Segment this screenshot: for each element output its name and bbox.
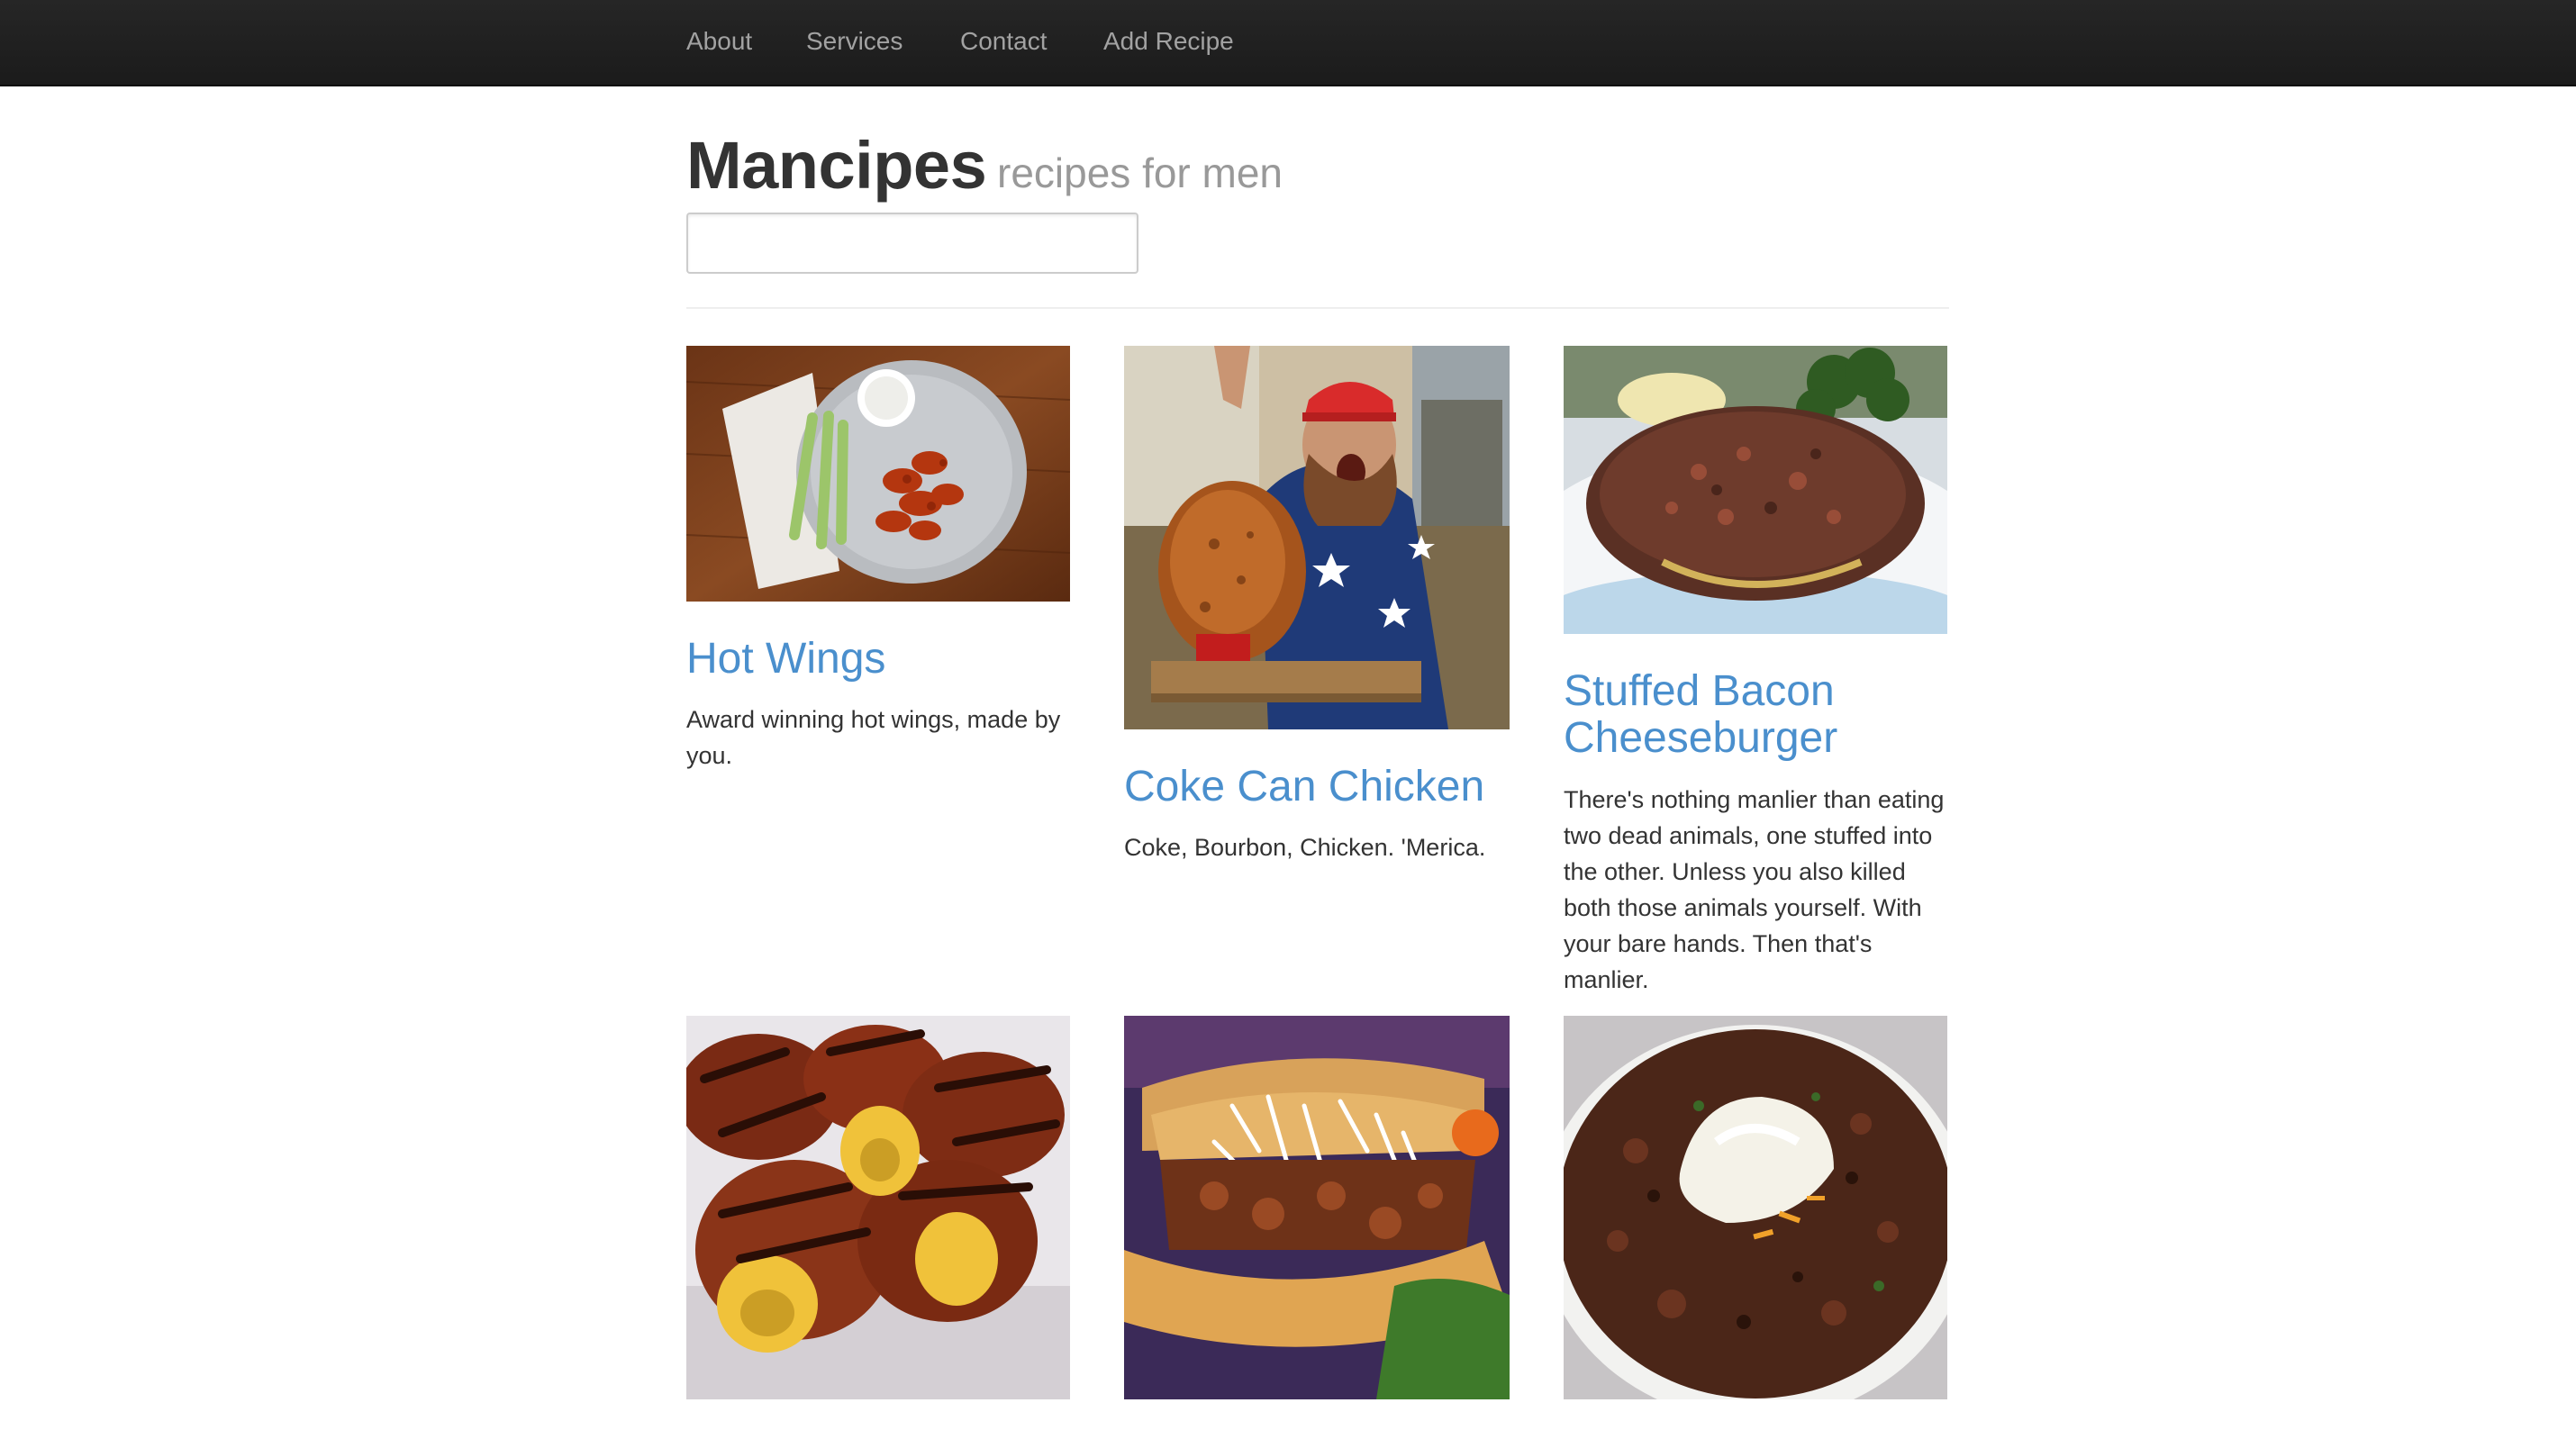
nav-about-link[interactable]: About — [686, 0, 752, 85]
header-divider — [686, 307, 1949, 309]
chili-bowl-image[interactable] — [1564, 1016, 1947, 1399]
recipe-desc-hot-wings: Award winning hot wings, made by you. — [686, 706, 1061, 769]
top-navbar: About Services Contact Add Recipe — [0, 0, 2576, 86]
pulled-pork-sandwich-image[interactable] — [1124, 1016, 1510, 1399]
recipe-desc-coke-can-chicken: Coke, Bourbon, Chicken. 'Merica. — [1124, 834, 1486, 861]
recipe-title-coke-can-chicken[interactable]: Coke Can Chicken — [1124, 764, 1520, 810]
nav-services-link[interactable]: Services — [806, 0, 903, 85]
site-title: Mancipes — [686, 128, 987, 203]
recipe-title-hot-wings[interactable]: Hot Wings — [686, 636, 1070, 683]
stuffed-bacon-cheeseburger-image[interactable] — [1564, 346, 1947, 634]
search-input[interactable] — [686, 213, 1138, 274]
site-tagline: recipes for men — [997, 149, 1283, 196]
nav-contact-link[interactable]: Contact — [960, 0, 1048, 85]
hot-wings-image[interactable] — [686, 346, 1070, 602]
recipe-desc-stuffed-bacon-cheeseburger: There's nothing manlier than eating two … — [1564, 786, 1945, 993]
recipe-title-stuffed-bacon-cheeseburger[interactable]: Stuffed Bacon Cheeseburger — [1564, 668, 1947, 762]
bacon-wrapped-banana-image[interactable] — [686, 1016, 1070, 1399]
nav-add-recipe-link[interactable]: Add Recipe — [1103, 0, 1234, 85]
coke-can-chicken-image[interactable] — [1124, 346, 1510, 729]
